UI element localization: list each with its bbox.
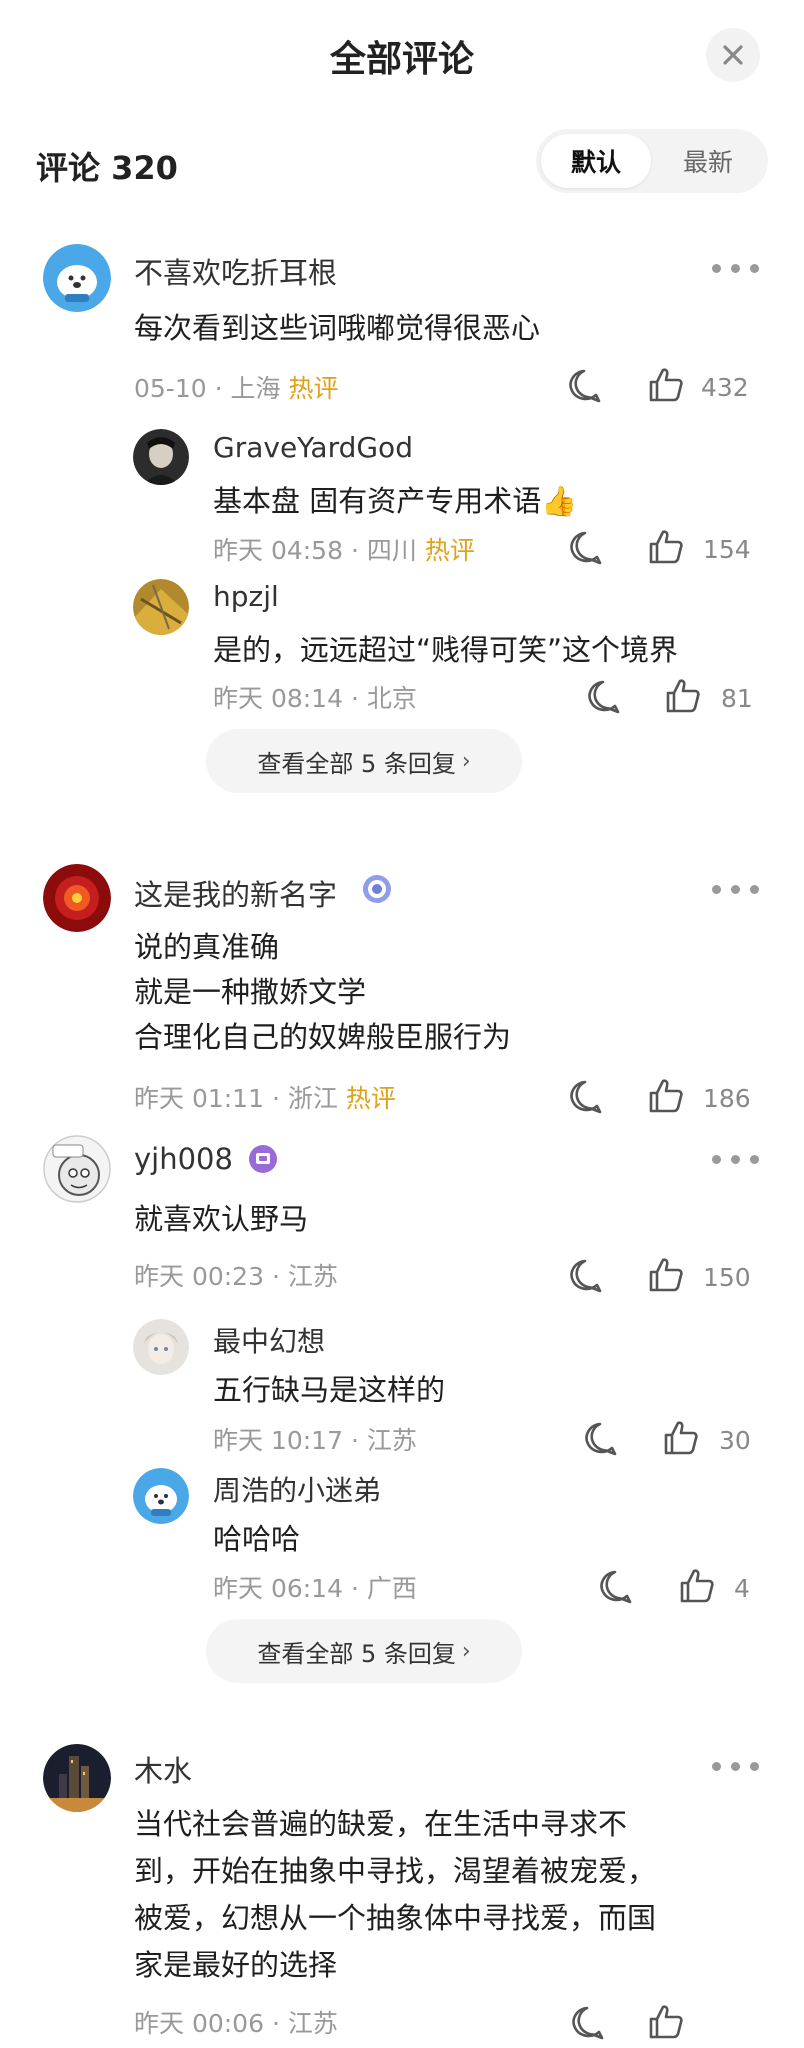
- comment-username[interactable]: 不喜欢吃折耳根: [134, 250, 337, 292]
- view-all-replies-button[interactable]: 查看全部 5 条回复 ›: [206, 1619, 522, 1683]
- reply-date: 昨天 04:58: [213, 536, 343, 565]
- reply-icon[interactable]: [597, 1569, 633, 1605]
- like-icon[interactable]: [647, 1077, 685, 1115]
- reply-text: 哈哈哈: [213, 1522, 301, 1556]
- like-count: 30: [719, 1426, 751, 1455]
- comment-meta: 昨天 01:11 · 浙江 热评: [134, 1084, 396, 1113]
- more-icon[interactable]: [712, 1759, 762, 1773]
- like-icon[interactable]: [647, 528, 685, 566]
- verified-badge-icon: [363, 875, 391, 903]
- like-count: 432: [701, 373, 749, 402]
- avatar[interactable]: [133, 1468, 189, 1524]
- like-count: 150: [703, 1263, 751, 1292]
- reply-icon[interactable]: [566, 368, 602, 404]
- more-icon[interactable]: [712, 882, 762, 896]
- avatar[interactable]: [133, 1319, 189, 1375]
- avatar[interactable]: [43, 244, 111, 312]
- comment-location: 江苏: [287, 2009, 338, 2038]
- chevron-right-icon: ›: [461, 1638, 471, 1664]
- like-icon[interactable]: [647, 2003, 685, 2041]
- sort-default-button[interactable]: 默认: [541, 134, 651, 188]
- comment-meta: 昨天 00:23 · 江苏: [134, 1262, 338, 1291]
- reply-username[interactable]: GraveYardGod: [213, 431, 413, 464]
- reply-meta: 昨天 06:14 · 广西: [213, 1574, 417, 1603]
- comment-date: 昨天 00:23: [134, 1262, 264, 1291]
- comment-username[interactable]: yjh008: [134, 1142, 233, 1176]
- reply-date: 昨天 06:14: [213, 1574, 343, 1603]
- reply-icon[interactable]: [567, 1258, 603, 1294]
- reply-username[interactable]: 最中幻想: [213, 1320, 325, 1360]
- reply-icon[interactable]: [567, 1079, 603, 1115]
- comment-date: 昨天 01:11: [134, 1084, 264, 1113]
- like-count: 154: [703, 535, 751, 564]
- more-icon[interactable]: [712, 1152, 762, 1166]
- sort-latest-button[interactable]: 最新: [653, 134, 763, 188]
- reply-username[interactable]: 周浩的小迷弟: [213, 1469, 381, 1509]
- comment-count: 评论 320: [36, 149, 178, 187]
- view-all-replies-button[interactable]: 查看全部 5 条回复 ›: [206, 729, 522, 793]
- reply-date: 昨天 10:17: [213, 1426, 343, 1455]
- reply-location: 北京: [366, 684, 417, 713]
- comment-meta: 05-10 · 上海 热评: [134, 374, 339, 403]
- comment-username[interactable]: 木水: [134, 1748, 192, 1790]
- comment-location: 上海: [230, 374, 281, 403]
- reply-username[interactable]: hpzjl: [213, 580, 279, 613]
- member-badge-icon: [249, 1145, 277, 1173]
- avatar[interactable]: [43, 1135, 111, 1203]
- reply-icon[interactable]: [585, 679, 621, 715]
- like-icon[interactable]: [664, 677, 702, 715]
- like-icon[interactable]: [647, 1256, 685, 1294]
- reply-meta: 昨天 04:58 · 四川 热评: [213, 536, 475, 565]
- comment-username[interactable]: 这是我的新名字: [134, 872, 337, 914]
- reply-location: 江苏: [366, 1426, 417, 1455]
- like-count: 81: [721, 684, 753, 713]
- comment-location: 江苏: [287, 1262, 338, 1291]
- like-icon[interactable]: [647, 366, 685, 404]
- like-count: 4: [734, 1574, 750, 1603]
- reply-date: 昨天 08:14: [213, 684, 343, 713]
- view-all-label: 查看全部 5 条回复: [257, 1639, 456, 1668]
- comment-line: 合理化自己的奴婢般臣服行为: [134, 1020, 512, 1054]
- comment-meta: 昨天 00:06 · 江苏: [134, 2009, 338, 2038]
- close-icon: [723, 45, 743, 65]
- hot-badge: 热评: [288, 374, 339, 403]
- avatar[interactable]: [43, 1744, 111, 1812]
- reply-text: 是的，远远超过“贱得可笑”这个境界: [213, 633, 679, 667]
- comment-line: 到，开始在抽象中寻找，渴望着被宠爱，: [134, 1854, 657, 1888]
- view-all-label: 查看全部 5 条回复: [257, 749, 456, 778]
- comment-date: 昨天 00:06: [134, 2009, 264, 2038]
- avatar[interactable]: [133, 429, 189, 485]
- reply-meta: 昨天 08:14 · 北京: [213, 684, 417, 713]
- hot-badge: 热评: [424, 536, 475, 565]
- reply-icon[interactable]: [582, 1421, 618, 1457]
- reply-icon[interactable]: [569, 2005, 605, 2041]
- reply-icon[interactable]: [567, 530, 603, 566]
- comment-line: 就是一种撒娇文学: [134, 975, 367, 1009]
- sort-toggle: 默认 最新: [536, 129, 768, 193]
- like-count: 186: [703, 1084, 751, 1113]
- page-title: 全部评论: [329, 39, 474, 80]
- comment-line: 家是最好的选择: [134, 1948, 338, 1982]
- like-icon[interactable]: [678, 1567, 716, 1605]
- chevron-right-icon: ›: [461, 748, 471, 774]
- more-icon[interactable]: [712, 261, 762, 275]
- reply-location: 四川: [366, 536, 417, 565]
- reply-text: 基本盘 固有资产专用术语👍: [213, 484, 578, 518]
- reply-location: 广西: [366, 1574, 417, 1603]
- comment-text: 就喜欢认野马: [134, 1202, 309, 1236]
- comment-line: 当代社会普遍的缺爱，在生活中寻求不: [134, 1807, 628, 1841]
- comment-line: 被爱，幻想从一个抽象体中寻找爱，而国: [134, 1901, 657, 1935]
- comment-line: 说的真准确: [134, 930, 280, 964]
- reply-text: 五行缺马是这样的: [213, 1373, 446, 1407]
- comment-date: 05-10: [134, 374, 207, 403]
- reply-meta: 昨天 10:17 · 江苏: [213, 1426, 417, 1455]
- avatar[interactable]: [43, 864, 111, 932]
- like-icon[interactable]: [662, 1419, 700, 1457]
- comment-location: 浙江: [287, 1084, 338, 1113]
- close-button[interactable]: [706, 28, 760, 82]
- header: 全部评论: [0, 0, 804, 110]
- avatar[interactable]: [133, 579, 189, 635]
- hot-badge: 热评: [345, 1084, 396, 1113]
- comment-text: 每次看到这些词哦嘟觉得很恶心: [134, 311, 541, 345]
